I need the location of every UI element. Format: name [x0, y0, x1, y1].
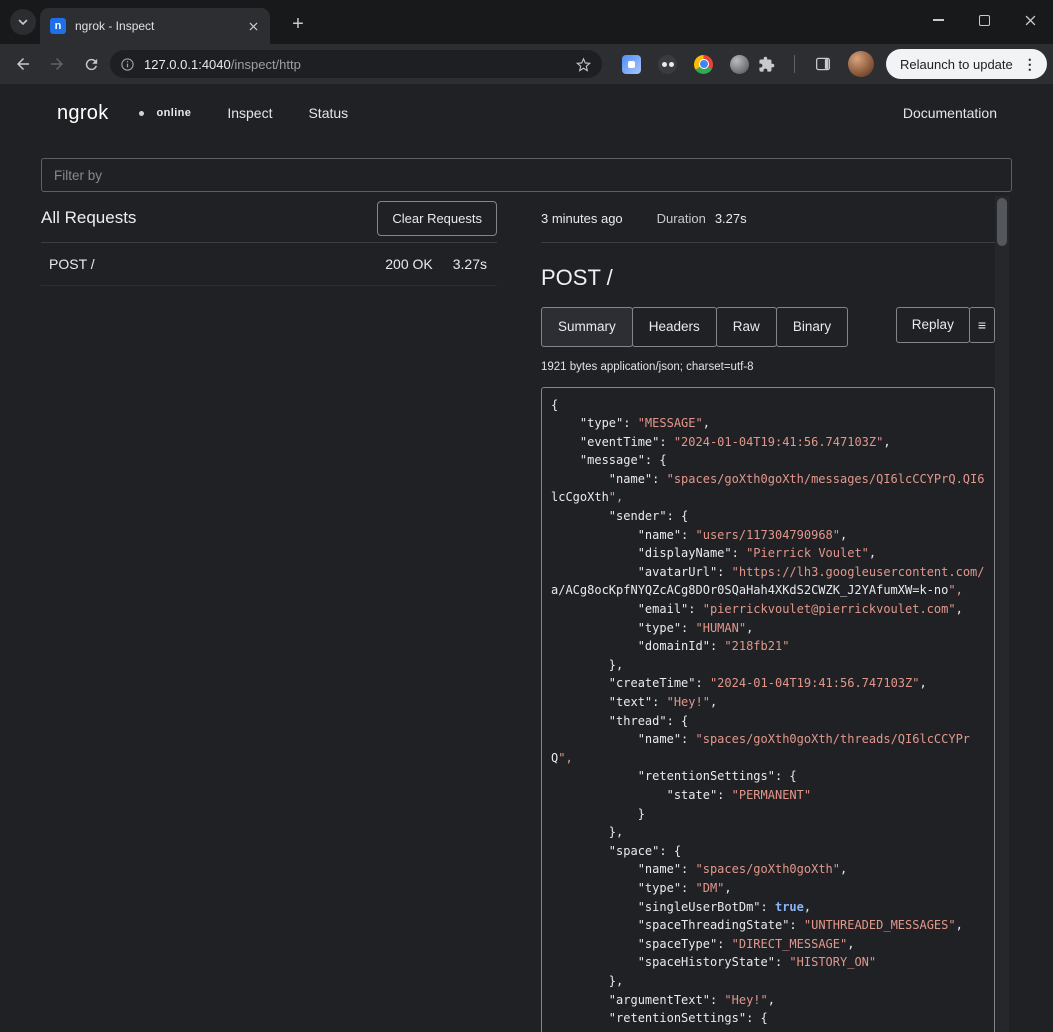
request-detail-panel: 3 minutes ago Duration 3.27s POST / Summa… [541, 198, 995, 1032]
back-arrow-icon [14, 55, 32, 73]
goggles-extension-icon[interactable] [658, 55, 677, 74]
tab-headers[interactable]: Headers [632, 307, 717, 347]
replay-button-group: Replay ≡ [896, 307, 995, 343]
minimize-button[interactable] [915, 0, 961, 40]
replay-options-button[interactable]: ≡ [969, 307, 995, 343]
reload-icon [83, 56, 100, 73]
url-text: 127.0.0.1:4040/inspect/http [144, 57, 575, 72]
back-button[interactable] [6, 47, 40, 81]
site-info-icon[interactable] [120, 57, 135, 72]
requests-panel-header: All Requests Clear Requests [41, 198, 497, 238]
tab-title: ngrok - Inspect [75, 19, 244, 33]
scrollbar-thumb[interactable] [997, 198, 1007, 246]
ngrok-favicon: n [50, 18, 66, 34]
plus-icon: + [292, 13, 304, 35]
extension-icons [622, 55, 749, 74]
chevron-down-icon [17, 16, 29, 28]
duration-value: 3.27s [715, 211, 747, 226]
clear-requests-button[interactable]: Clear Requests [377, 201, 497, 236]
request-duration: 3.27s [453, 256, 487, 272]
extensions-puzzle-icon[interactable] [749, 47, 783, 81]
request-status: 200 OK [385, 256, 432, 272]
request-list-item[interactable]: POST / 200 OK 3.27s [41, 243, 497, 286]
tab-close-button[interactable] [244, 17, 262, 35]
browser-window: n ngrok - Inspect + [0, 0, 1053, 1032]
new-tab-button[interactable]: + [284, 10, 312, 38]
nav-inspect-link[interactable]: Inspect [227, 105, 272, 121]
forward-button[interactable] [40, 47, 74, 81]
browser-toolbar: 127.0.0.1:4040/inspect/http Relaunch to … [0, 44, 1053, 84]
detail-tabs: Summary Headers Raw Binary Replay ≡ [541, 307, 995, 347]
profile-avatar[interactable] [848, 51, 874, 77]
side-panel-icon[interactable] [806, 47, 840, 81]
scrollbar-track[interactable] [995, 196, 1009, 1032]
requests-panel: All Requests Clear Requests POST / 200 O… [41, 198, 497, 286]
ngrok-header: ngrok online Inspect Status Documentatio… [0, 84, 1053, 142]
media-extension-icon[interactable] [622, 55, 641, 74]
reload-button[interactable] [74, 47, 108, 81]
request-body-box: { "type": "MESSAGE", "eventTime": "2024-… [541, 387, 995, 1032]
online-status-dot [139, 111, 144, 116]
tab-search-button[interactable] [10, 9, 36, 35]
request-detail-title: POST / [541, 265, 995, 291]
nav-status-link[interactable]: Status [308, 105, 348, 121]
minimize-icon [933, 19, 944, 21]
window-controls [915, 0, 1053, 40]
url-host: 127.0.0.1:4040 [144, 57, 231, 72]
nav-documentation-link[interactable]: Documentation [903, 105, 997, 121]
ngrok-inspect-page: ngrok online Inspect Status Documentatio… [0, 84, 1053, 1032]
bookmark-star-icon[interactable] [575, 56, 592, 73]
browser-tab[interactable]: n ngrok - Inspect [40, 8, 270, 44]
close-icon [1025, 15, 1036, 26]
tab-summary[interactable]: Summary [541, 307, 633, 347]
duration-label: Duration [657, 211, 706, 226]
url-path: /inspect/http [231, 57, 301, 72]
chrome-menu-kebab-icon[interactable]: ⋮ [1021, 56, 1039, 73]
address-bar[interactable]: 127.0.0.1:4040/inspect/http [110, 50, 602, 78]
close-window-button[interactable] [1007, 0, 1053, 40]
content-meta: 1921 bytes application/json; charset=utf… [541, 361, 995, 373]
tab-binary[interactable]: Binary [776, 307, 848, 347]
chrome-logo-icon[interactable] [694, 55, 713, 74]
divider [541, 242, 995, 243]
maximize-icon [979, 15, 990, 26]
close-icon [249, 22, 258, 31]
request-time-ago: 3 minutes ago [541, 211, 623, 226]
relaunch-label: Relaunch to update [900, 57, 1013, 72]
relaunch-to-update-button[interactable]: Relaunch to update ⋮ [886, 49, 1047, 79]
request-meta-row: 3 minutes ago Duration 3.27s [541, 198, 995, 238]
request-method-path: POST / [49, 256, 95, 272]
filter-input[interactable] [41, 158, 1012, 192]
request-duration-meta: Duration 3.27s [657, 211, 747, 226]
toolbar-separator [794, 55, 795, 73]
online-status-label: online [157, 107, 192, 119]
tab-raw[interactable]: Raw [716, 307, 777, 347]
replay-button[interactable]: Replay [896, 307, 970, 343]
menu-lines-icon: ≡ [978, 317, 986, 333]
all-requests-title: All Requests [41, 208, 136, 228]
tab-strip: n ngrok - Inspect + [0, 0, 1053, 44]
maximize-button[interactable] [961, 0, 1007, 40]
ngrok-logo[interactable]: ngrok [57, 102, 109, 125]
forward-arrow-icon [48, 55, 66, 73]
request-result: 200 OK 3.27s [385, 256, 487, 272]
sphere-extension-icon[interactable] [730, 55, 749, 74]
request-body: { "type": "MESSAGE", "eventTime": "2024-… [551, 396, 985, 1028]
